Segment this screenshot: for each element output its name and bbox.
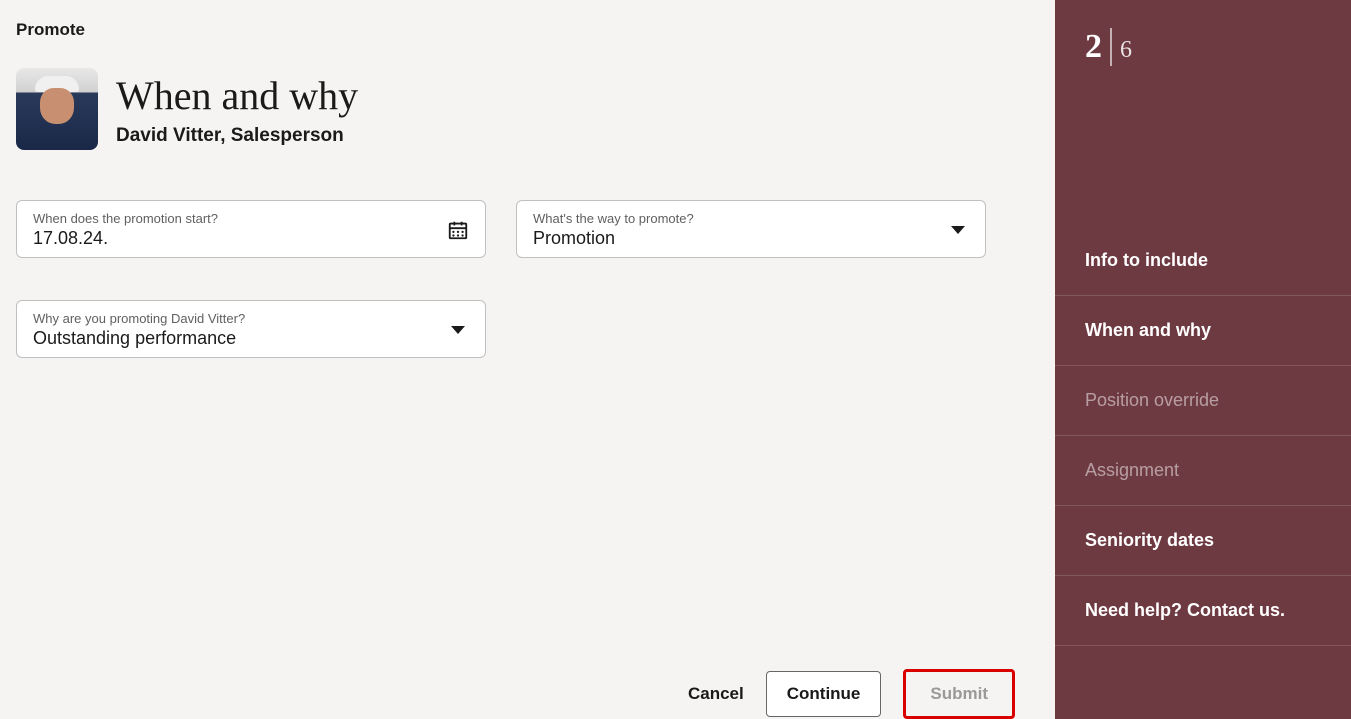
field-label: What's the way to promote? — [533, 211, 694, 226]
field-value: 17.08.24. — [33, 228, 218, 249]
sidebar: 2 6 Info to include When and why Positio… — [1055, 0, 1351, 719]
employee-info: David Vitter, Salesperson — [116, 125, 358, 147]
step-total: 6 — [1120, 37, 1132, 64]
field-label: Why are you promoting David Vitter? — [33, 311, 245, 326]
submit-button[interactable]: Submit — [903, 669, 1015, 719]
field-value: Outstanding performance — [33, 328, 245, 349]
footer-actions: Cancel Continue Submit — [688, 669, 1015, 719]
employee-avatar — [16, 68, 98, 150]
header-section: When and why David Vitter, Salesperson — [16, 68, 1039, 150]
nav-item-info[interactable]: Info to include — [1055, 226, 1351, 296]
nav-item-seniority[interactable]: Seniority dates — [1055, 506, 1351, 576]
chevron-down-icon — [451, 326, 465, 334]
header-text: When and why David Vitter, Salesperson — [116, 68, 358, 150]
field-content: When does the promotion start? 17.08.24. — [33, 211, 218, 249]
main-content: Promote When and why David Vitter, Sales… — [0, 0, 1055, 719]
promotion-start-field[interactable]: When does the promotion start? 17.08.24. — [16, 200, 486, 258]
nav-item-when-why[interactable]: When and why — [1055, 296, 1351, 366]
step-counter: 2 6 — [1055, 28, 1351, 66]
calendar-icon[interactable] — [447, 219, 469, 241]
nav-item-assignment[interactable]: Assignment — [1055, 436, 1351, 506]
step-current: 2 — [1085, 28, 1102, 66]
continue-button[interactable]: Continue — [766, 671, 882, 717]
field-value: Promotion — [533, 228, 694, 249]
nav-item-help[interactable]: Need help? Contact us. — [1055, 576, 1351, 646]
field-content: Why are you promoting David Vitter? Outs… — [33, 311, 245, 349]
breadcrumb: Promote — [16, 20, 1039, 40]
nav-item-position[interactable]: Position override — [1055, 366, 1351, 436]
field-content: What's the way to promote? Promotion — [533, 211, 694, 249]
page-title: When and why — [116, 72, 358, 119]
promotion-reason-field[interactable]: Why are you promoting David Vitter? Outs… — [16, 300, 486, 358]
step-divider — [1110, 28, 1112, 66]
promotion-way-field[interactable]: What's the way to promote? Promotion — [516, 200, 986, 258]
nav-list: Info to include When and why Position ov… — [1055, 226, 1351, 646]
field-label: When does the promotion start? — [33, 211, 218, 226]
chevron-down-icon — [951, 226, 965, 234]
form-grid: When does the promotion start? 17.08.24. — [16, 200, 1039, 358]
cancel-button[interactable]: Cancel — [688, 684, 744, 704]
